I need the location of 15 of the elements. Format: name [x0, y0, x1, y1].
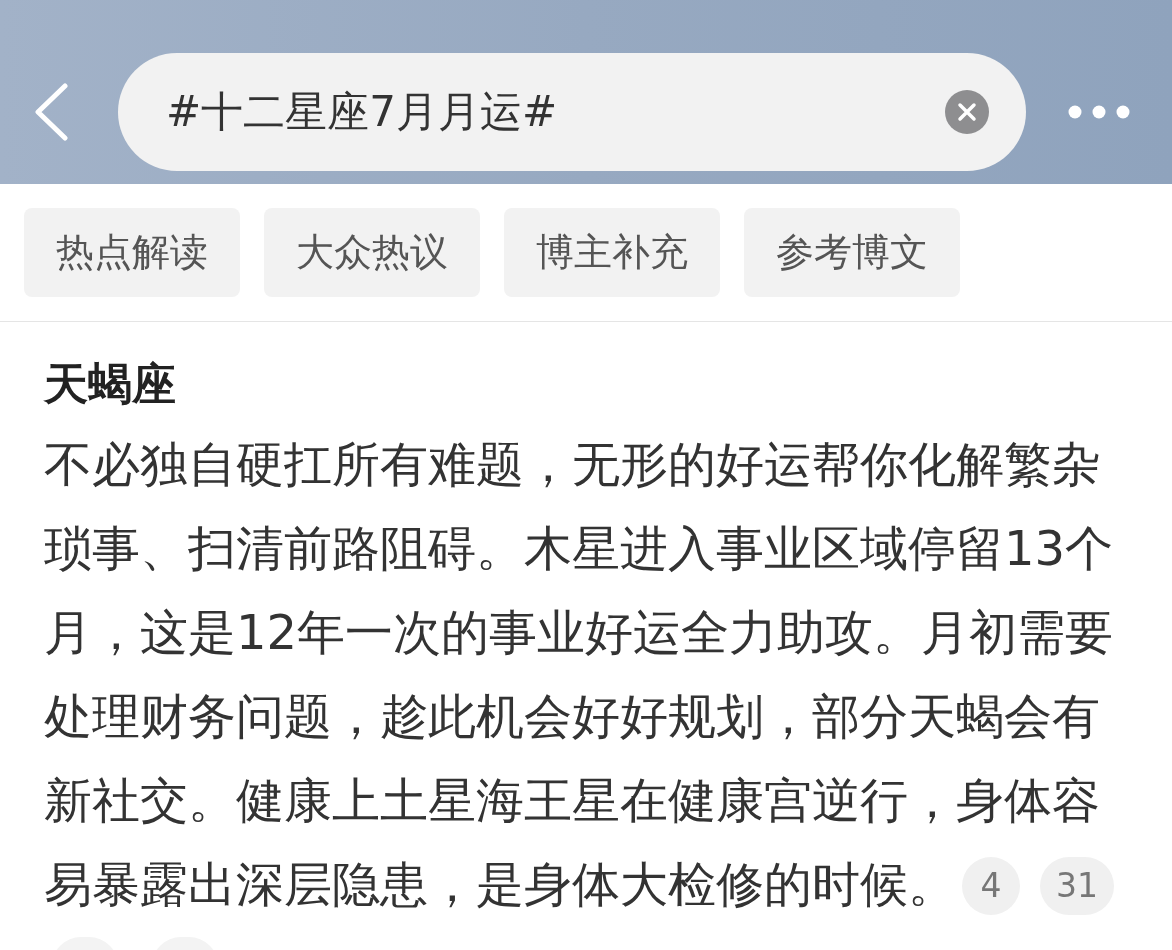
more-icon	[1068, 105, 1130, 119]
search-bar[interactable]: #十二星座7月月运#	[118, 53, 1026, 171]
close-icon	[945, 90, 989, 134]
clear-button[interactable]	[945, 90, 989, 134]
citation-badge[interactable]: 4	[962, 857, 1020, 915]
filter-tab[interactable]: 博主补充	[504, 208, 720, 297]
article-paragraph: 不必独自硬扛所有难题，无形的好运帮你化解繁杂琐事、扫清前路阻碍。木星进入事业区域停留13个月，这是12年一次的事业好运全力助攻。月初需要处理财务问题，趁此机会好好规划，部分天蝎会有新社交。健康上土星海王星在健康宫逆行，身体容易暴露出深层隐患，是身体大检修的时候。 4 31	[44, 422, 1124, 926]
more-button[interactable]	[1068, 105, 1130, 119]
filter-tab[interactable]: 热点解读	[24, 208, 240, 297]
filter-tab[interactable]: 参考博文	[744, 208, 960, 297]
filter-tab[interactable]: 大众热议	[264, 208, 480, 297]
section-title: 天蝎座	[44, 357, 177, 411]
back-icon	[34, 83, 68, 141]
search-field[interactable]: #十二星座7月月运#	[166, 87, 925, 137]
citation-badge[interactable]: 31	[1040, 857, 1114, 915]
